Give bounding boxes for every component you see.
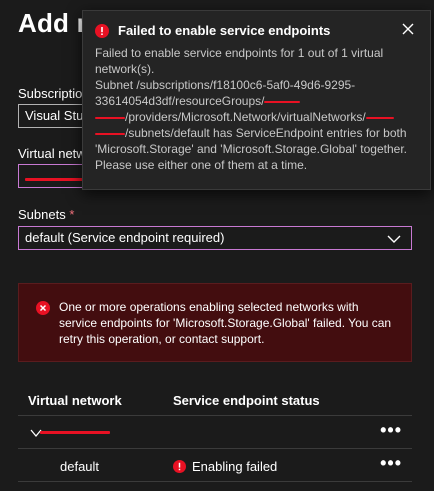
- more-dots-icon[interactable]: •••: [380, 453, 402, 474]
- more-dots-icon[interactable]: •••: [380, 420, 402, 441]
- subnet-name: default: [60, 459, 100, 474]
- virtual-network-label-text: Virtual netw: [18, 146, 86, 161]
- status-cell: Enabling failed: [173, 459, 277, 474]
- subscription-label-text: Subscription: [18, 86, 90, 101]
- table-row: default Enabling failed •••: [18, 449, 412, 482]
- redacted-network-name: [40, 431, 110, 434]
- subscription-value: Visual Stu: [25, 108, 84, 123]
- subnets-label: Subnets *: [18, 207, 74, 222]
- required-asterisk: *: [69, 207, 75, 222]
- redacted-network-name: [365, 116, 394, 119]
- toast-body-vnet-path: /providers/Microsoft.Network/virtualNetw…: [125, 110, 366, 124]
- status-text: Enabling failed: [192, 459, 278, 474]
- error-banner-message: One or more operations enabling selected…: [59, 300, 392, 346]
- error-circle-icon: [95, 23, 109, 38]
- toast-title: Failed to enable service endpoints: [118, 23, 331, 38]
- virtual-network-label: Virtual netw: [18, 146, 86, 161]
- subnets-select[interactable]: default (Service endpoint required): [18, 226, 412, 250]
- subnets-value: default (Service endpoint required): [25, 230, 225, 245]
- service-endpoint-table: Virtual network Service endpoint status …: [18, 383, 412, 482]
- col-service-endpoint-status: Service endpoint status: [173, 393, 320, 408]
- error-notification-toast: Failed to enable service endpoints Faile…: [82, 10, 431, 190]
- toast-body: Failed to enable service endpoints for 1…: [95, 45, 416, 173]
- add-network-panel: Add n Subscription Visual Stu Virtual ne…: [0, 0, 434, 491]
- redacted-resource-group: [95, 116, 125, 119]
- subscription-label: Subscription: [18, 86, 90, 101]
- toast-body-subnet-path: Subnet /subscriptions/f18100c6-5af0-49d6…: [95, 78, 356, 108]
- toast-body-summary: Failed to enable service endpoints for 1…: [95, 46, 384, 76]
- redacted-network-name: [95, 132, 125, 135]
- error-circle-icon: [173, 460, 186, 473]
- redacted-resource-group: [264, 100, 301, 103]
- chevron-down-icon: [387, 235, 401, 243]
- error-circle-icon: [36, 301, 50, 315]
- subnets-label-text: Subnets: [18, 207, 66, 222]
- toast-body-detail: /subnets/default has ServiceEndpoint ent…: [95, 126, 407, 172]
- table-row: •••: [18, 416, 412, 449]
- table-header: Virtual network Service endpoint status: [18, 383, 412, 416]
- col-virtual-network: Virtual network: [28, 393, 122, 408]
- toast-header: Failed to enable service endpoints: [95, 23, 416, 38]
- close-icon[interactable]: [400, 21, 416, 37]
- error-banner: One or more operations enabling selected…: [18, 283, 412, 362]
- redacted-network-name: [25, 178, 83, 182]
